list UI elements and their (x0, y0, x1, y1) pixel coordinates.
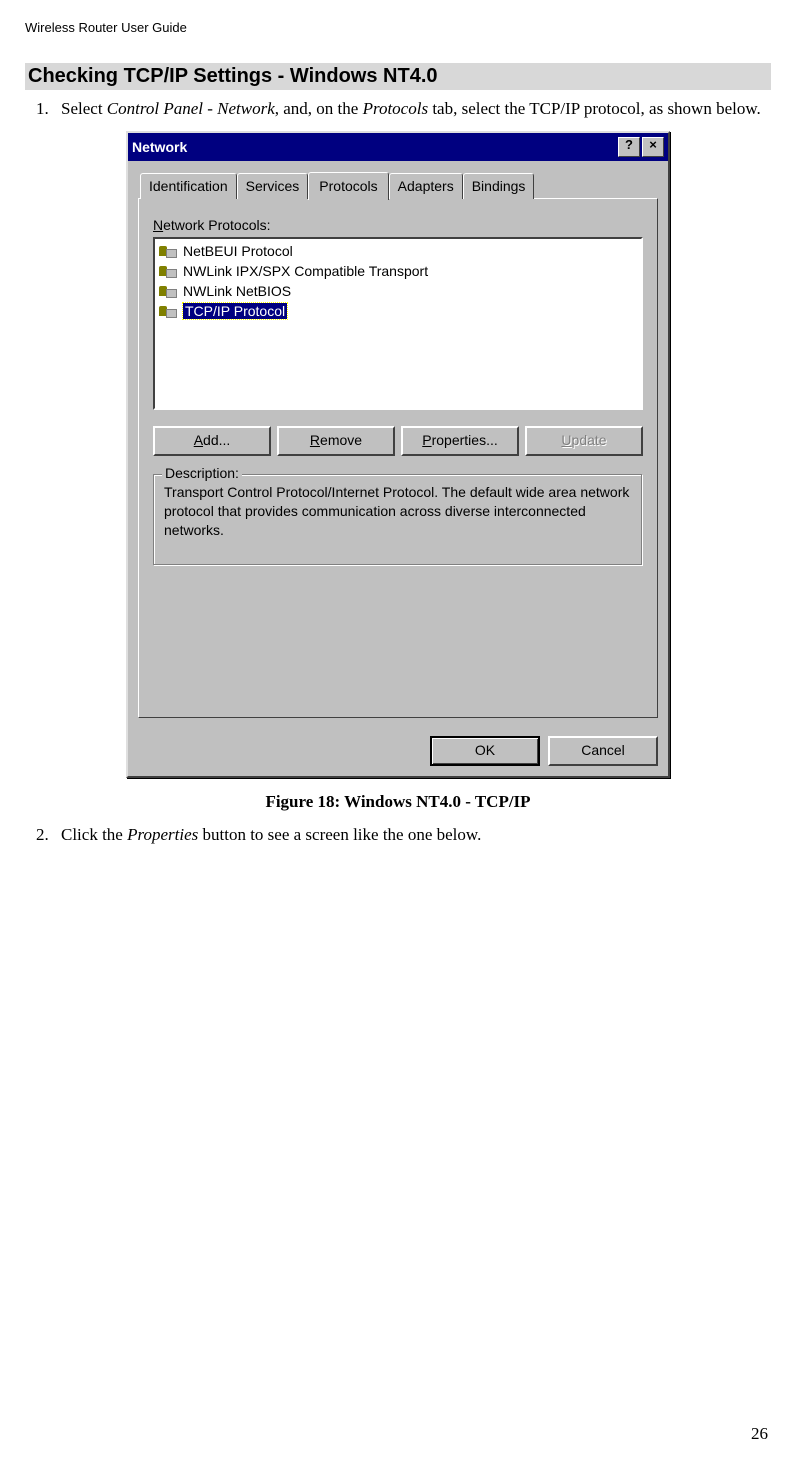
add-button[interactable]: Add... (153, 426, 271, 456)
panel-label-mnemonic: N (153, 217, 163, 233)
list-item-label: NWLink NetBIOS (183, 283, 291, 299)
ok-button[interactable]: OK (430, 736, 540, 766)
tab-services[interactable]: Services (237, 173, 309, 199)
protocol-icon (159, 282, 177, 300)
protocol-icon (159, 302, 177, 320)
panel-label-rest: etwork Protocols: (163, 217, 270, 233)
running-header: Wireless Router User Guide (25, 20, 771, 35)
step-1-italic-1: Control Panel - Network (107, 99, 275, 118)
list-item-label: NetBEUI Protocol (183, 243, 293, 259)
step-2-italic-1: Properties (127, 825, 198, 844)
tab-protocols[interactable]: Protocols (308, 172, 388, 200)
cancel-button[interactable]: Cancel (548, 736, 658, 766)
update-mnemonic: U (561, 432, 571, 448)
step-1-italic-2: Protocols (363, 99, 428, 118)
description-label: Description: (162, 465, 242, 481)
list-item[interactable]: NWLink NetBIOS (157, 281, 639, 301)
step-1: Select Control Panel - Network, and, on … (53, 98, 771, 121)
tab-panel-protocols: Network Protocols: NetBEUI Protocol NWLi… (138, 198, 658, 718)
tab-row: Identification Services Protocols Adapte… (140, 171, 658, 199)
dialog-title: Network (132, 139, 616, 155)
description-text: Transport Control Protocol/Internet Prot… (164, 483, 632, 540)
help-button[interactable]: ? (618, 137, 640, 157)
list-item-label: TCP/IP Protocol (183, 303, 287, 319)
description-groupbox: Description: Transport Control Protocol/… (153, 474, 643, 566)
figure-caption: Figure 18: Windows NT4.0 - TCP/IP (25, 792, 771, 812)
close-button[interactable]: × (642, 137, 664, 157)
list-item[interactable]: NWLink IPX/SPX Compatible Transport (157, 261, 639, 281)
properties-rest: roperties... (432, 432, 498, 448)
tab-bindings[interactable]: Bindings (463, 173, 535, 199)
protocol-icon (159, 242, 177, 260)
step-1-text-c: tab, select the TCP/IP protocol, as show… (428, 99, 761, 118)
page-number: 26 (751, 1424, 768, 1444)
figure-wrapper: Network ? × Identification Services Prot… (25, 131, 771, 812)
tab-adapters[interactable]: Adapters (389, 173, 463, 199)
network-dialog: Network ? × Identification Services Prot… (126, 131, 670, 778)
panel-label: Network Protocols: (153, 217, 643, 233)
remove-mnemonic: R (310, 432, 320, 448)
protocol-icon (159, 262, 177, 280)
step-2-text-b: button to see a screen like the one belo… (198, 825, 481, 844)
properties-button[interactable]: Properties... (401, 426, 519, 456)
button-row: Add... Remove Properties... Update (153, 426, 643, 456)
protocol-listbox[interactable]: NetBEUI Protocol NWLink IPX/SPX Compatib… (153, 237, 643, 410)
dialog-titlebar: Network ? × (128, 133, 668, 161)
step-1-text-b: , and, on the (275, 99, 363, 118)
step-2: Click the Properties button to see a scr… (53, 824, 771, 847)
add-mnemonic: A (194, 432, 203, 448)
update-rest: pdate (572, 432, 607, 448)
step-2-text-a: Click the (61, 825, 127, 844)
step-1-text-a: Select (61, 99, 107, 118)
properties-mnemonic: P (422, 432, 431, 448)
section-heading: Checking TCP/IP Settings - Windows NT4.0 (25, 63, 771, 90)
tab-identification[interactable]: Identification (140, 173, 237, 199)
update-button: Update (525, 426, 643, 456)
list-item-selected[interactable]: TCP/IP Protocol (157, 301, 639, 321)
list-item-label: NWLink IPX/SPX Compatible Transport (183, 263, 428, 279)
add-rest: dd... (203, 432, 230, 448)
list-item[interactable]: NetBEUI Protocol (157, 241, 639, 261)
remove-button[interactable]: Remove (277, 426, 395, 456)
remove-rest: emove (320, 432, 362, 448)
dialog-footer: OK Cancel (128, 728, 668, 776)
